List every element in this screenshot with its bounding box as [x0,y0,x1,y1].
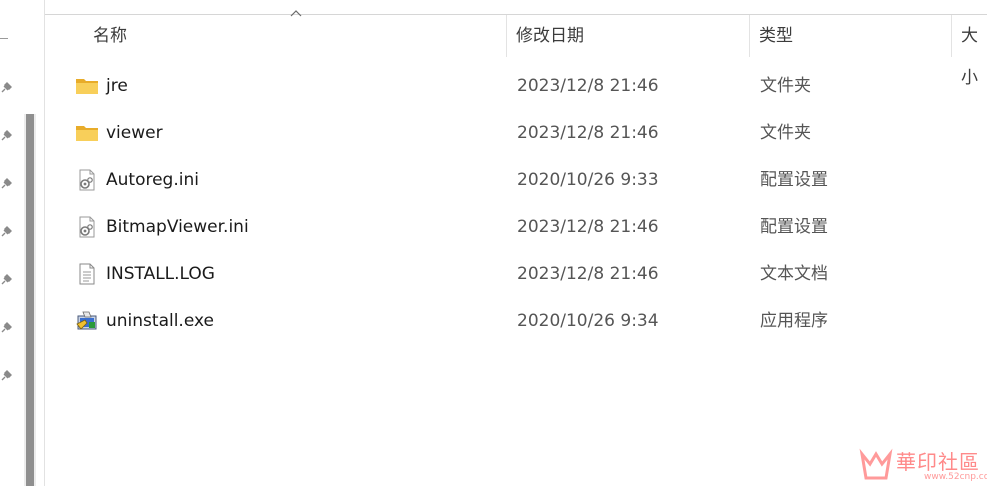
watermark-url: www.52cnp.com [924,472,987,482]
column-header: 名称 修改日期 类型 大小 [45,10,987,88]
file-type: 文本文档 [760,264,828,284]
file-type: 文件夹 [760,76,811,96]
file-type: 应用程序 [760,311,828,331]
file-type: 配置设置 [760,170,828,190]
folder-icon [76,79,98,94]
file-row[interactable]: uninstall.exe 2020/10/26 9:34 应用程序 [75,300,975,342]
file-name: viewer [106,123,163,143]
settings-file-icon [79,169,95,191]
file-type: 文件夹 [760,123,811,143]
site-watermark: 華印社區 www.52cnp.com [858,444,987,486]
file-name: jre [106,76,128,96]
pin-icon[interactable] [0,274,12,286]
file-name: uninstall.exe [106,311,214,331]
installer-exe-icon [76,311,97,330]
pin-icon[interactable] [0,322,12,334]
file-modified: 2020/10/26 9:34 [517,311,659,331]
file-row[interactable]: jre 2023/12/8 21:46 文件夹 [75,65,975,107]
nav-collapse-dash[interactable] [0,38,8,39]
file-name: BitmapViewer.ini [106,217,249,237]
folder-icon [76,126,98,141]
file-row[interactable]: viewer 2023/12/8 21:46 文件夹 [75,112,975,154]
file-name: Autoreg.ini [106,170,199,190]
column-header-type[interactable]: 类型 [759,15,793,57]
pin-icon[interactable] [0,226,12,238]
file-row[interactable]: Autoreg.ini 2020/10/26 9:33 配置设置 [75,159,975,201]
column-separator[interactable] [951,15,952,57]
pin-icon[interactable] [0,370,12,382]
column-separator[interactable] [749,15,750,57]
column-header-modified[interactable]: 修改日期 [516,15,584,57]
pin-icon[interactable] [0,130,12,142]
file-modified: 2023/12/8 21:46 [517,264,659,284]
watermark-logo-icon [859,448,893,480]
nav-scrollbar-thumb[interactable] [26,114,34,486]
column-header-name[interactable]: 名称 [93,15,127,57]
pin-icon[interactable] [0,178,12,190]
column-header-size[interactable]: 大小 [961,15,987,88]
navigation-pane [0,0,40,486]
file-modified: 2023/12/8 21:46 [517,217,659,237]
column-separator[interactable] [506,15,507,57]
pane-divider[interactable] [44,0,45,486]
file-modified: 2020/10/26 9:33 [517,170,659,190]
pin-icon[interactable] [0,82,12,94]
watermark-text: 華印社區 [896,450,980,474]
text-file-icon [79,263,95,285]
file-modified: 2023/12/8 21:46 [517,123,659,143]
file-modified: 2023/12/8 21:46 [517,76,659,96]
file-name: INSTALL.LOG [106,264,215,284]
file-row[interactable]: BitmapViewer.ini 2023/12/8 21:46 配置设置 [75,206,975,248]
file-row[interactable]: INSTALL.LOG 2023/12/8 21:46 文本文档 [75,253,975,295]
settings-file-icon [79,216,95,238]
file-type: 配置设置 [760,217,828,237]
sort-ascending-icon [290,10,302,17]
